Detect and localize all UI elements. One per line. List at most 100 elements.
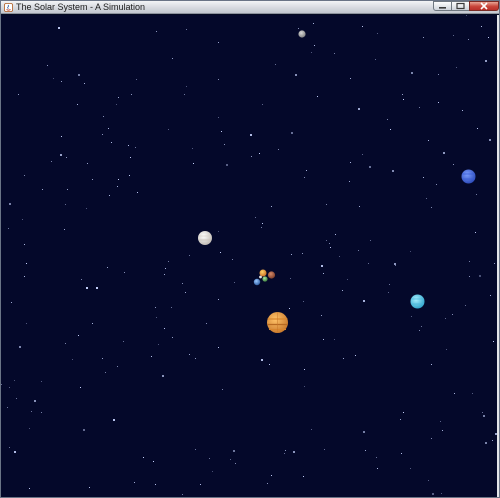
- star: [14, 451, 16, 453]
- star: [359, 206, 360, 207]
- star: [295, 74, 297, 76]
- title-bar[interactable]: The Solar System - A Simulation: [1, 1, 499, 14]
- star: [334, 339, 335, 340]
- star: [222, 389, 223, 390]
- star: [293, 451, 295, 453]
- star: [26, 323, 27, 324]
- star: [363, 300, 365, 302]
- star: [323, 273, 324, 274]
- star: [419, 330, 420, 331]
- star: [432, 493, 434, 495]
- inner-cluster-orange[interactable]: [259, 269, 267, 277]
- star: [86, 208, 87, 209]
- star: [368, 263, 369, 264]
- star: [421, 326, 422, 327]
- star: [403, 412, 404, 413]
- star: [339, 256, 340, 257]
- star: [96, 287, 98, 289]
- space-view: [1, 15, 499, 497]
- space-background: [1, 15, 499, 497]
- simulation-window: The Solar System - A Simulation: [0, 0, 500, 498]
- star: [117, 186, 118, 187]
- inner-cluster-small[interactable]: [259, 275, 262, 279]
- star: [403, 99, 404, 100]
- star: [67, 189, 68, 190]
- star: [423, 177, 424, 178]
- space-canvas[interactable]: [1, 15, 499, 497]
- maximize-button[interactable]: [451, 1, 470, 11]
- large-orange-planet[interactable]: [267, 312, 288, 333]
- star: [362, 26, 363, 27]
- window-right-edge: [497, 15, 499, 497]
- star: [164, 274, 165, 275]
- star: [358, 108, 360, 110]
- star: [390, 129, 391, 130]
- star: [130, 157, 131, 158]
- star: [410, 251, 411, 252]
- star: [185, 292, 186, 293]
- star: [9, 387, 10, 388]
- star: [445, 318, 446, 319]
- star: [438, 74, 439, 75]
- inner-cluster-green[interactable]: [262, 276, 268, 282]
- star: [259, 153, 260, 154]
- star: [482, 412, 483, 413]
- star: [58, 27, 60, 29]
- star: [261, 227, 262, 228]
- star: [303, 301, 304, 302]
- star: [22, 219, 23, 220]
- star: [9, 203, 11, 205]
- star: [108, 128, 109, 129]
- blue-planet-right[interactable]: [461, 169, 476, 184]
- star: [83, 429, 85, 431]
- star: [394, 263, 396, 265]
- inner-cluster-brown[interactable]: [267, 271, 276, 279]
- star: [317, 96, 318, 97]
- minimize-button[interactable]: [433, 1, 452, 11]
- inner-cluster-blue[interactable]: [253, 278, 261, 286]
- star: [289, 308, 290, 309]
- minimize-icon: [439, 7, 446, 9]
- star: [303, 476, 304, 477]
- star: [343, 358, 344, 359]
- star: [128, 145, 129, 146]
- star: [355, 355, 356, 356]
- star: [7, 407, 8, 408]
- java-app-icon: [4, 3, 13, 12]
- star: [66, 157, 67, 158]
- star: [476, 194, 477, 195]
- star: [14, 380, 15, 381]
- star: [60, 154, 62, 156]
- star: [41, 412, 42, 413]
- star: [369, 166, 371, 168]
- star: [436, 184, 437, 185]
- star: [116, 104, 117, 105]
- close-button[interactable]: [469, 1, 499, 11]
- star: [321, 315, 322, 316]
- star: [189, 255, 190, 256]
- star: [358, 250, 359, 251]
- star: [330, 247, 331, 248]
- star: [251, 156, 252, 157]
- star: [490, 295, 491, 296]
- star: [193, 163, 194, 164]
- star: [195, 449, 196, 450]
- star: [442, 430, 443, 431]
- white-planet[interactable]: [198, 231, 212, 245]
- star: [92, 179, 93, 180]
- star: [488, 37, 489, 38]
- star: [156, 31, 157, 32]
- star: [8, 228, 9, 229]
- star: [41, 381, 42, 382]
- star: [494, 263, 495, 264]
- gray-moon-top[interactable]: [298, 30, 306, 38]
- star: [218, 299, 219, 300]
- star: [18, 94, 19, 95]
- star: [218, 42, 219, 43]
- star: [53, 78, 54, 79]
- cyan-planet[interactable]: [410, 294, 425, 309]
- star: [195, 358, 196, 359]
- star: [87, 163, 88, 164]
- star: [291, 254, 292, 255]
- star: [109, 195, 110, 196]
